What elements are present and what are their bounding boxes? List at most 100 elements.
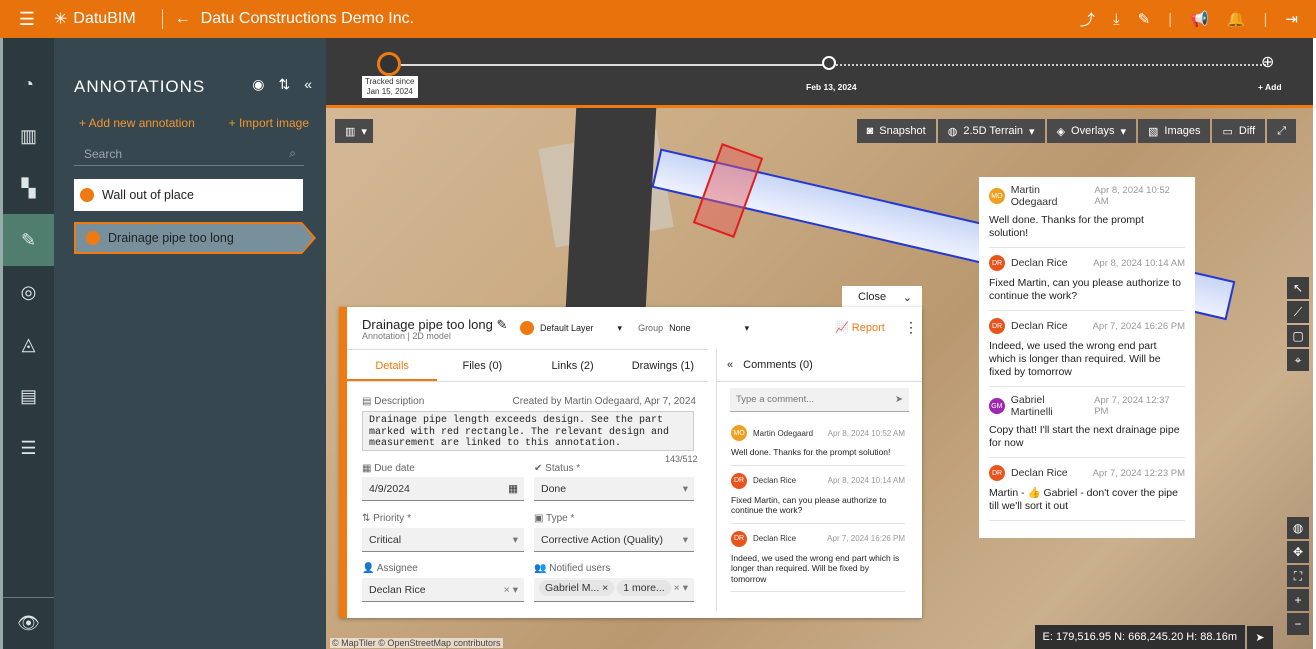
overlays-button[interactable]: ◈ Overlays ▾ bbox=[1046, 119, 1136, 143]
tab-links[interactable]: Links (2) bbox=[528, 350, 618, 381]
avatar: MO bbox=[989, 188, 1005, 204]
tab-files[interactable]: Files (0) bbox=[437, 350, 527, 381]
comment-text: Well done. Thanks for the prompt solutio… bbox=[731, 447, 891, 457]
chevron-down-icon: ⌄ bbox=[902, 291, 912, 304]
fullscreen-icon[interactable]: ⤢ bbox=[1267, 119, 1296, 143]
layers-icon[interactable]: ◎ bbox=[3, 266, 54, 318]
locate-icon[interactable]: ➤ bbox=[1247, 626, 1273, 649]
back-arrow-icon[interactable]: ← bbox=[175, 10, 191, 28]
layer-select[interactable]: Default Layer bbox=[540, 323, 594, 333]
page-title: Datu Constructions Demo Inc. bbox=[200, 10, 415, 27]
images-button[interactable]: ▧ Images bbox=[1137, 119, 1211, 143]
notification-bell-icon[interactable]: 🔔 bbox=[1227, 10, 1246, 28]
avatar: DR bbox=[989, 465, 1005, 481]
type-select[interactable]: Corrective Action (Quality) ▾ bbox=[534, 528, 694, 552]
search-input[interactable]: Search ⌕ bbox=[74, 142, 304, 166]
report-button[interactable]: 📈 Report bbox=[835, 321, 885, 334]
terrain-button[interactable]: ◍ 2.5D Terrain ▾ bbox=[937, 119, 1045, 143]
priority-select[interactable]: Critical ▾ bbox=[362, 528, 524, 552]
comment-time: Apr 7, 2024 12:37 PM bbox=[1094, 395, 1170, 417]
dashboard-pie-icon[interactable]: ◔ bbox=[3, 58, 54, 110]
search-icon: ⌕ bbox=[289, 146, 296, 160]
eye-icon[interactable]: ◉ bbox=[252, 76, 264, 93]
point-tool-icon[interactable]: ⌖ bbox=[1287, 349, 1309, 371]
left-rail: ◔ ▥ ▚ ✎ ◎ ◬ ▤ ☰ 👁 bbox=[0, 38, 54, 649]
logout-icon[interactable]: ⇥ bbox=[1285, 10, 1298, 28]
collapse-icon[interactable]: « bbox=[304, 76, 312, 93]
layers-icon: ◈ bbox=[1056, 125, 1066, 138]
comment-time: Apr 7, 2024 16:26 PM bbox=[827, 534, 905, 543]
zoom-in-icon[interactable]: + bbox=[1287, 589, 1309, 611]
snapshot-button[interactable]: ◙ Snapshot bbox=[856, 119, 936, 143]
download-icon[interactable]: ⤓ bbox=[1113, 11, 1120, 28]
line-tool-icon[interactable]: ⟋ bbox=[1287, 301, 1309, 323]
comment-author: Declan Rice bbox=[753, 534, 797, 543]
avatar: DR bbox=[989, 255, 1005, 271]
diff-button[interactable]: ▭ Diff bbox=[1212, 119, 1266, 143]
logo-icon: ✳ bbox=[54, 11, 68, 28]
visibility-eye-icon[interactable]: 👁 bbox=[3, 597, 54, 649]
comment-time: Apr 7, 2024 12:23 PM bbox=[1092, 467, 1185, 479]
timeline-current-marker[interactable] bbox=[822, 56, 836, 70]
import-image-link[interactable]: + Import image bbox=[229, 116, 309, 130]
panel-title: ANNOTATIONS bbox=[74, 77, 206, 96]
comment-item: GM Gabriel Martinelli Apr 7, 2024 12:37 PM… bbox=[989, 387, 1185, 458]
charts-icon[interactable]: ▥ bbox=[3, 110, 54, 162]
comment-text: Martin - 👍 Gabriel - don't cover the pip… bbox=[989, 487, 1178, 512]
due-date-field[interactable]: 4/9/2024 ▦ bbox=[362, 477, 524, 501]
annotation-item-selected[interactable]: Drainage pipe too long bbox=[74, 222, 316, 254]
timeline-tracked-marker[interactable] bbox=[377, 52, 401, 76]
annotation-detail-panel: Drainage pipe too long ✎ Annotation | 2D… bbox=[339, 307, 922, 618]
status-dot bbox=[80, 188, 94, 202]
more-options-icon[interactable]: ⋮ bbox=[904, 319, 918, 336]
map-book-icon[interactable]: ▚ bbox=[3, 162, 54, 214]
tab-details[interactable]: Details bbox=[347, 350, 438, 381]
close-button[interactable]: Close ⌄ bbox=[842, 286, 922, 308]
comment-time: Apr 8, 2024 10:14 AM bbox=[827, 476, 905, 485]
select-tool-icon[interactable]: ↖ bbox=[1287, 277, 1309, 299]
comment-item: MO Martin Odegaard Apr 8, 2024 10:52 AM Wel… bbox=[989, 177, 1185, 248]
comment-input[interactable]: Type a comment... ➤ bbox=[730, 388, 909, 412]
assignee-select[interactable]: Declan Rice × ▾ bbox=[362, 578, 524, 602]
calendar-icon: ▦ bbox=[508, 483, 518, 495]
area-tool-icon[interactable]: ▢ bbox=[1287, 325, 1309, 347]
add-timeline-icon[interactable]: ⊕ bbox=[1261, 52, 1274, 72]
group-select[interactable]: None bbox=[669, 323, 691, 333]
measure-icon[interactable]: ◬ bbox=[3, 318, 54, 370]
reports-icon[interactable]: ▤ bbox=[3, 370, 54, 422]
map-style-button[interactable]: ▥ ▾ bbox=[335, 119, 373, 143]
comment-author: Martin Odegaard bbox=[753, 428, 814, 438]
comment-text: Indeed, we used the wrong end part which… bbox=[989, 340, 1161, 378]
add-annotation-link[interactable]: + Add new annotation bbox=[79, 116, 195, 130]
pan-icon[interactable]: ✥ bbox=[1287, 541, 1309, 563]
zoom-out-icon[interactable]: − bbox=[1287, 613, 1309, 635]
avatar: DR bbox=[731, 472, 747, 489]
comment-author: Declan Rice bbox=[1011, 257, 1068, 269]
comment-item: DR Declan Rice Apr 7, 2024 12:23 PM Martin … bbox=[989, 458, 1185, 521]
comment-author: Declan Rice bbox=[753, 476, 797, 485]
notified-users-select[interactable]: Gabriel M... × 1 more... × ▾ bbox=[534, 578, 694, 602]
annotation-item[interactable]: Wall out of place bbox=[74, 179, 303, 211]
description-field[interactable]: Drainage pipe length exceeds design. See… bbox=[362, 411, 694, 451]
drop-icon[interactable]: ◍ bbox=[1287, 517, 1309, 539]
comment-item: DR Declan Rice Apr 8, 2024 10:14 AM Fixed M… bbox=[989, 248, 1185, 311]
sort-icon[interactable]: ⇅ bbox=[278, 76, 290, 93]
fit-icon[interactable]: ⛶ bbox=[1287, 565, 1309, 587]
status-select[interactable]: Done ▾ bbox=[534, 477, 694, 501]
image-icon: ▧ bbox=[1147, 125, 1159, 138]
terrain-icon: ◍ bbox=[947, 125, 958, 138]
gantt-icon[interactable]: ☰ bbox=[3, 422, 54, 474]
announcement-icon[interactable]: 📢 bbox=[1190, 10, 1209, 28]
menu-icon[interactable]: ☰ bbox=[0, 9, 54, 30]
comments-column: «Comments (0) Type a comment... ➤ MO Marti… bbox=[716, 349, 922, 611]
edit-icon[interactable]: ✎ bbox=[1138, 10, 1151, 28]
annotations-panel: ANNOTATIONS ◉ ⇅ « + Add new annotation + I… bbox=[54, 38, 326, 649]
share-icon[interactable]: ⤴ bbox=[1080, 9, 1095, 30]
collapse-comments-icon[interactable]: « bbox=[727, 359, 733, 371]
add-timeline-button[interactable]: + Add bbox=[1258, 82, 1282, 92]
comment-text: Fixed Martin, can you please authorize t… bbox=[989, 277, 1182, 302]
tab-drawings[interactable]: Drawings (1) bbox=[618, 350, 708, 381]
comment-text: Copy that! I'll start the next drainage … bbox=[989, 424, 1180, 449]
annotations-icon[interactable]: ✎ bbox=[3, 214, 54, 266]
pencil-icon[interactable]: ✎ bbox=[496, 317, 507, 332]
